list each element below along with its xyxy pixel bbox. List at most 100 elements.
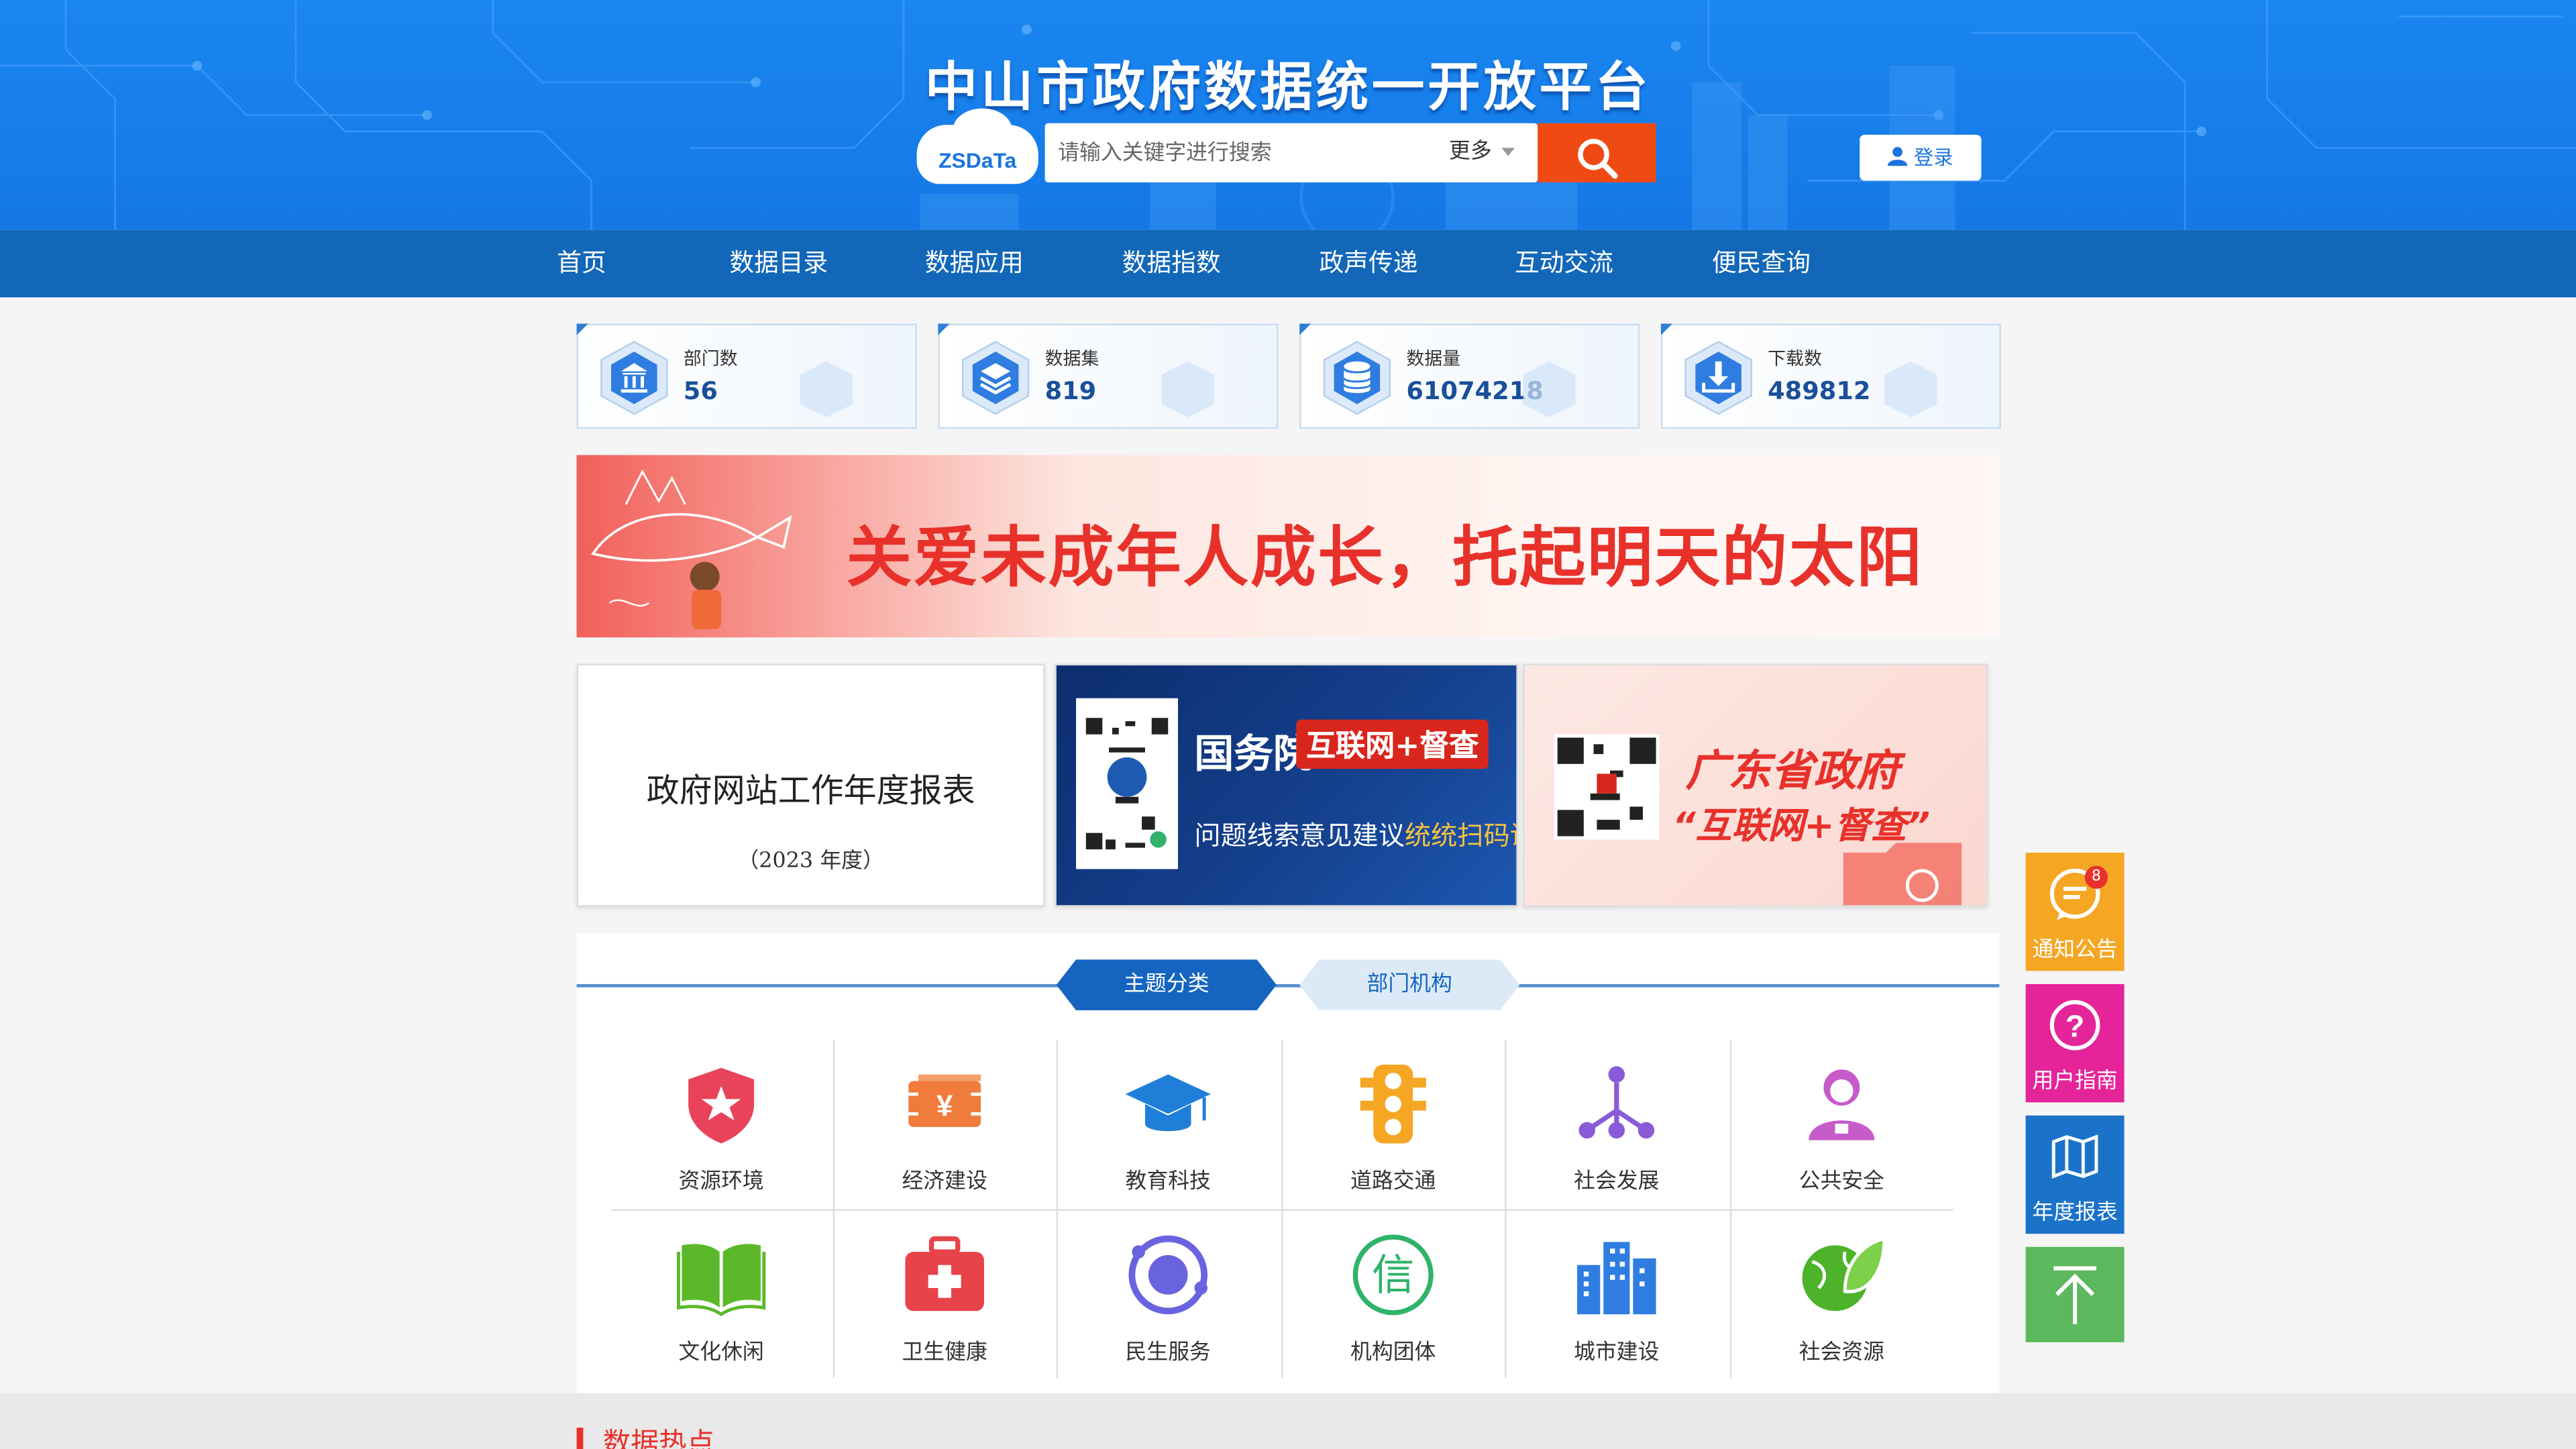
cube-decoration-icon	[1884, 361, 1937, 418]
category-resources-environment[interactable]: 资源环境	[610, 1042, 833, 1211]
category-economic-construction[interactable]: ¥ 经济建设	[833, 1042, 1057, 1211]
graduation-cap-icon	[1125, 1074, 1211, 1132]
float-guide-label: 用户指南	[2032, 1069, 2118, 1095]
category-label: 社会发展	[1574, 1169, 1660, 1195]
float-notice-button[interactable]: 8 通知公告	[2025, 853, 2125, 971]
back-to-top-button[interactable]	[2025, 1246, 2125, 1342]
search-button[interactable]	[1538, 123, 1656, 182]
category-label: 道路交通	[1350, 1169, 1436, 1195]
map-book-icon	[2051, 1134, 2098, 1179]
category-road-traffic[interactable]: 道路交通	[1281, 1042, 1505, 1211]
user-icon	[1888, 147, 1908, 166]
float-guide-button[interactable]: ? 用户指南	[2025, 983, 2125, 1103]
notice-count-badge: 8	[2084, 865, 2108, 889]
stat-card-datasets[interactable]: 数据集 819	[938, 323, 1279, 429]
category-culture-leisure[interactable]: 文化休闲	[610, 1212, 833, 1381]
chevron-down-icon	[1501, 148, 1515, 156]
nav-item-interaction[interactable]: 互动交流	[1515, 230, 1613, 297]
category-label: 教育科技	[1125, 1169, 1211, 1195]
category-label: 经济建设	[902, 1169, 987, 1195]
nav-item-gov-voice[interactable]: 政声传递	[1320, 230, 1418, 297]
state-council-supervision-card[interactable]: 国务院 互联网+督查 问题线索意见建议统统扫码说!	[1055, 663, 1518, 907]
category-label: 民生服务	[1125, 1340, 1211, 1366]
hot-data-title: 数据热点	[602, 1428, 715, 1449]
cube-decoration-icon	[1161, 361, 1214, 418]
nav-item-data-index[interactable]: 数据指数	[1122, 230, 1221, 297]
login-button[interactable]: 登录	[1860, 134, 1982, 181]
network-icon	[1578, 1066, 1655, 1139]
qr-code-icon	[1076, 698, 1178, 869]
stat-value: 56	[683, 376, 718, 406]
download-icon	[1684, 340, 1752, 415]
building-icon	[600, 340, 668, 415]
shield-star-icon	[688, 1067, 755, 1144]
svg-text:信: 信	[1372, 1250, 1415, 1300]
category-livelihood-services[interactable]: 民生服务	[1057, 1212, 1280, 1381]
float-report-button[interactable]: 年度报表	[2025, 1115, 2125, 1234]
svg-text:?: ?	[2065, 1008, 2084, 1043]
stat-card-data-volume[interactable]: 数据量 61074218	[1299, 323, 1640, 429]
login-label: 登录	[1913, 146, 1953, 170]
category-label: 卫生健康	[902, 1340, 987, 1366]
guangdong-supervision-card[interactable]: 广东省政府 “互联网+督查”	[1523, 663, 1988, 907]
category-section: 主题分类 部门机构 资源环境 ¥ 经济建设 教育科技 道路交通 社会发展 公共安…	[576, 933, 2000, 1393]
person-icon	[1809, 1069, 1875, 1140]
search-scope-select[interactable]: 更多	[1449, 123, 1515, 182]
category-label: 城市建设	[1574, 1340, 1660, 1366]
search-icon	[1578, 138, 1618, 178]
guangdong-title: 广东省政府	[1685, 747, 1900, 797]
site-title: 中山市政府数据统一开放平台	[924, 56, 1652, 119]
yen-ticket-icon: ¥	[908, 1074, 981, 1128]
category-label: 机构团体	[1350, 1340, 1436, 1366]
annual-report-card[interactable]: 政府网站工作年度报表 （2023 年度）	[576, 663, 1045, 907]
nav-item-home[interactable]: 首页	[557, 230, 606, 297]
subtitle-highlight: 统统扫码说!	[1404, 820, 1516, 851]
float-notice-label: 通知公告	[2032, 938, 2118, 963]
category-organizations[interactable]: 信 机构团体	[1281, 1212, 1505, 1381]
xin-icon: 信	[1352, 1234, 1434, 1316]
hot-data-section	[0, 1393, 2576, 1449]
open-book-icon	[676, 1244, 766, 1317]
page: 中山市政府数据统一开放平台 ZSDaTa 更多 登录 首页 数据目录	[0, 0, 2576, 1449]
zsdata-logo[interactable]: ZSDaTa	[916, 108, 1038, 184]
whale-child-illustration	[591, 469, 792, 629]
nav-item-data-catalog[interactable]: 数据目录	[729, 230, 828, 297]
stat-label: 数据集	[1044, 348, 1099, 370]
search-input[interactable]	[1044, 123, 1433, 182]
cube-decoration-icon	[1523, 361, 1576, 418]
banner-slogan: 关爱未成年人成长，托起明天的太阳	[846, 521, 1924, 596]
nav-item-public-query[interactable]: 便民查询	[1712, 230, 1811, 297]
stat-card-downloads[interactable]: 下载数 489812	[1660, 323, 2001, 429]
state-council-title: 国务院	[1194, 731, 1313, 777]
category-label: 社会资源	[1799, 1340, 1885, 1366]
main-nav: 首页 数据目录 数据应用 数据指数 政声传递 互动交流 便民查询	[0, 229, 2576, 298]
hero-banner[interactable]: 关爱未成年人成长，托起明天的太阳	[576, 455, 2000, 638]
category-health[interactable]: 卫生健康	[833, 1212, 1057, 1381]
stat-label: 部门数	[683, 348, 738, 370]
category-urban-construction[interactable]: 城市建设	[1505, 1212, 1728, 1381]
logo-text: ZSDaTa	[938, 148, 1017, 173]
category-social-resources[interactable]: 社会资源	[1730, 1212, 1953, 1381]
database-icon	[1323, 340, 1391, 415]
annual-report-year: （2023 年度）	[737, 849, 884, 874]
category-label: 文化休闲	[678, 1340, 764, 1366]
qr-code-icon	[1554, 734, 1660, 840]
stat-card-departments[interactable]: 部门数 56	[576, 323, 917, 429]
category-education-technology[interactable]: 教育科技	[1057, 1042, 1280, 1211]
arrow-up-icon	[2053, 1266, 2096, 1324]
city-buildings-icon	[1577, 1242, 1656, 1315]
tab-theme-category[interactable]: 主题分类	[1056, 959, 1277, 1011]
medical-kit-icon	[905, 1236, 984, 1311]
stat-label: 下载数	[1768, 348, 1822, 370]
float-report-label: 年度报表	[2032, 1201, 2118, 1226]
folder-decoration-icon	[1843, 843, 1962, 906]
internet-supervision-tag: 互联网+督查	[1296, 719, 1489, 769]
nav-item-data-apps[interactable]: 数据应用	[925, 230, 1024, 297]
tab-department[interactable]: 部门机构	[1299, 959, 1520, 1011]
category-public-safety[interactable]: 公共安全	[1730, 1042, 1953, 1211]
stat-value: 489812	[1768, 376, 1871, 406]
stat-label: 数据量	[1406, 348, 1461, 370]
annual-report-title: 政府网站工作年度报表	[646, 770, 975, 810]
search-scope-label: 更多	[1449, 140, 1492, 164]
category-social-development[interactable]: 社会发展	[1505, 1042, 1728, 1211]
